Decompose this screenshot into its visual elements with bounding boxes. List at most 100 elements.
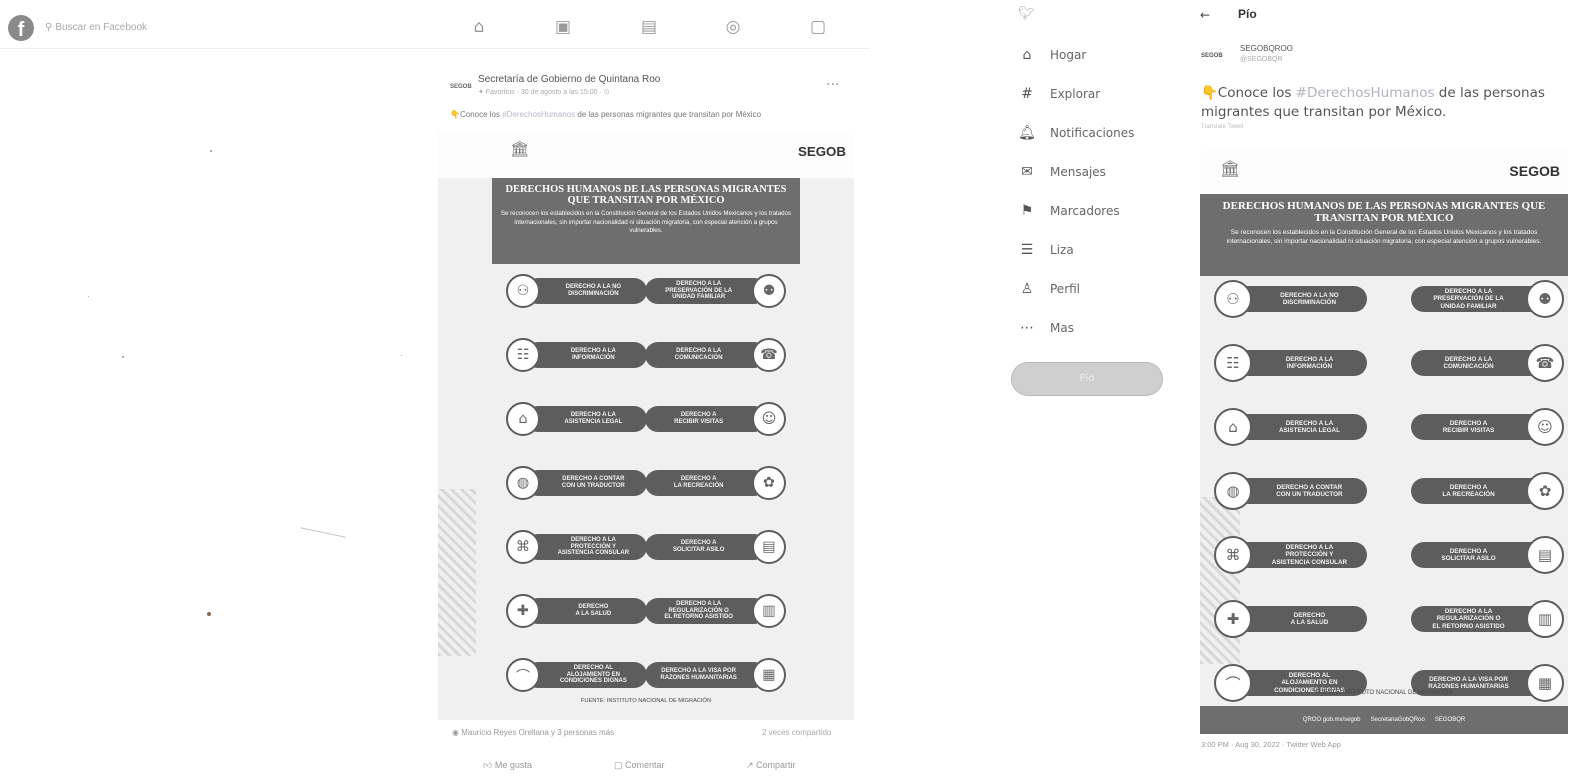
tweet-timestamp: 3:00 PM · Aug 30, 2022 · Twitter Web App	[1201, 740, 1341, 749]
home-icon: ⌂	[1022, 47, 1032, 63]
health-icon: ✚	[1214, 600, 1252, 638]
footer-link-1: QROO gob.mx/segob	[1302, 717, 1361, 723]
page-title: Pío	[1238, 7, 1257, 21]
groups-icon[interactable]: ◎	[720, 14, 746, 40]
sidebar-item-mas[interactable]: ⋯ Mas	[1018, 316, 1074, 340]
decorative-pattern	[1200, 497, 1240, 664]
phone-icon: ☎	[752, 338, 786, 372]
shelter-icon: ⌒	[1214, 664, 1252, 702]
passport-icon: ▥	[1526, 600, 1564, 638]
right-pill-right-4: DERECHO A LA RECREACIÓN	[1411, 478, 1544, 504]
post-avatar[interactable]: SEGOB	[450, 84, 472, 90]
reaction-icon: ◉	[452, 728, 462, 737]
right-pill-right-7: DERECHO A LA VISA POR RAZONES HUMANITARI…	[645, 662, 768, 688]
comment-button[interactable]: ▢ Comentar	[614, 760, 665, 771]
visa-icon: ▦	[1526, 664, 1564, 702]
sidebar-item-explorar[interactable]: # Explorar	[1018, 82, 1100, 106]
scan-speck	[210, 150, 212, 152]
notifications-icon: 🔔︎	[1018, 125, 1036, 141]
post-meta: ✦ Favoritos · 30 de agosto a las 15:00 ·…	[478, 89, 610, 96]
visit-icon: ☺	[1526, 408, 1564, 446]
right-pill-left-6: DERECHO A LA SALUD	[1234, 606, 1367, 632]
more-options-icon[interactable]: ···	[826, 77, 839, 93]
facebook-logo[interactable]: f	[8, 15, 34, 41]
sidebar-item-label: Explorar	[1050, 87, 1101, 101]
courthouse-icon: ⌂	[506, 402, 540, 436]
explore-icon: #	[1021, 86, 1033, 102]
right-pill-left-2: DERECHO A LA INFORMACIÓN	[524, 342, 647, 368]
infographic-title-band: DERECHOS HUMANOS DE LAS PERSONAS MIGRANT…	[1200, 194, 1568, 276]
more-icon: ⋯	[1020, 320, 1034, 336]
video-icon[interactable]: ▣	[550, 14, 576, 40]
search-icon: ⚲	[45, 22, 53, 33]
shelter-icon: ⌒	[506, 658, 540, 692]
post-text-suffix: de las personas migrantes que transitan …	[575, 110, 762, 119]
sidebar-item-label: Notificaciones	[1050, 126, 1135, 140]
footer-link-3: SEGOBQR	[1434, 717, 1466, 723]
sidebar-item-perfil[interactable]: ♙ Perfil	[1018, 277, 1080, 301]
scan-speck	[401, 355, 402, 356]
footer-link-2: SecretariaGobQRoo	[1370, 717, 1425, 723]
embassy-icon: ⌘	[1214, 536, 1252, 574]
account-avatar[interactable]: SEGOB	[1201, 53, 1223, 59]
infographic-title-band: DERECHOS HUMANOS DE LAS PERSONAS MIGRANT…	[492, 178, 800, 264]
back-arrow-icon[interactable]: ←	[1200, 8, 1210, 22]
sidebar-item-label: Mas	[1050, 321, 1074, 335]
post-author[interactable]: Secretaría de Gobierno de Quintana Roo	[478, 74, 660, 85]
share-button[interactable]: ↗ Compartir	[746, 760, 796, 771]
bookmarks-icon: ⚑	[1020, 203, 1034, 219]
account-name[interactable]: SEGOBQROO	[1240, 44, 1293, 53]
share-icon: ↗	[746, 760, 757, 770]
tweet-image[interactable]: 🏛︎ SEGOB DERECHOS HUMANOS DE LAS PERSONAS …	[1200, 150, 1568, 734]
translate-link[interactable]: Translate Tweet	[1201, 124, 1243, 130]
reactions-count[interactable]: ◉ Mauricio Reyes Orellana y 3 personas m…	[452, 728, 614, 737]
like-icon: 👍︎	[483, 760, 495, 770]
account-handle[interactable]: @SEGOBQR	[1240, 56, 1283, 63]
gaming-icon[interactable]: ▢	[805, 14, 831, 40]
sidebar-item-mensajes[interactable]: ✉ Mensajes	[1018, 160, 1106, 184]
sidebar-item-liza[interactable]: ☰ Liza	[1018, 238, 1074, 262]
sidebar-item-marcadores[interactable]: ⚑ Marcadores	[1018, 199, 1120, 223]
home-icon[interactable]: ⌂	[466, 14, 492, 40]
infographic-subtitle: Se reconocen los establecidos en la Cons…	[500, 210, 792, 235]
passport-icon: ▥	[752, 594, 786, 628]
twitter-logo-icon[interactable]: 🐦︎	[1018, 6, 1035, 21]
information-icon: ☷	[1214, 344, 1252, 382]
sidebar-item-notificaciones[interactable]: 🔔︎ Notificaciones	[1018, 121, 1134, 145]
asylum-icon: ▤	[752, 530, 786, 564]
people-icon: ⚇	[1214, 280, 1252, 318]
post-image[interactable]: 🏛︎ SEGOB DERECHOS HUMANOS DE LAS PERSONAS …	[438, 130, 854, 720]
hashtag-link[interactable]: #DerechosHumanos	[1296, 85, 1435, 101]
health-icon: ✚	[506, 594, 540, 628]
profile-icon: ♙	[1020, 281, 1034, 297]
right-pill-left-4: DERECHO A CONTAR CON UN TRADUCTOR	[1234, 478, 1367, 504]
shares-count[interactable]: 2 veces compartido	[762, 728, 831, 737]
marketplace-icon[interactable]: ▤	[636, 14, 662, 40]
right-pill-left-2: DERECHO A LA INFORMACIÓN	[1234, 350, 1367, 376]
right-pill-left-6: DERECHO A LA SALUD	[524, 598, 647, 624]
segob-logo: SEGOB	[1509, 163, 1560, 180]
like-button[interactable]: 👍︎ Me gusta	[483, 760, 532, 771]
decorative-pattern	[438, 489, 476, 656]
search-input[interactable]: ⚲ Buscar en Facebook	[45, 22, 147, 33]
globe-icon: ◍	[506, 466, 540, 500]
sidebar-item-hogar[interactable]: ⌂ Hogar	[1018, 43, 1087, 67]
post-button[interactable]: Pío	[1011, 362, 1163, 396]
right-pill-left-1: DERECHO A LA NO DISCRIMINACIÓN	[524, 278, 647, 304]
infographic-footer: QROO gob.mx/segob SecretariaGobQRoo SEGOBQ…	[1200, 706, 1568, 734]
post-text-prefix: 👇Conoce los	[450, 110, 503, 119]
people-icon: ⚇	[506, 274, 540, 308]
right-pill-right-6: DERECHO A LA REGULARIZACIÓN O EL RETORNO…	[1411, 606, 1544, 632]
sidebar-item-label: Marcadores	[1050, 204, 1120, 218]
right-pill-right-5: DERECHO A SOLICITAR ASILO	[645, 534, 768, 560]
asylum-icon: ▤	[1526, 536, 1564, 574]
messages-icon: ✉	[1021, 164, 1033, 180]
right-pill-right-1: DERECHO A LA PRESERVACIÓN DE LA UNIDAD F…	[1411, 286, 1544, 312]
infographic-subtitle: Se reconocen los establecidos en la Cons…	[1226, 229, 1542, 245]
courthouse-icon: ⌂	[1214, 408, 1252, 446]
government-emblem-icon: 🏛︎	[510, 139, 530, 158]
hashtag-link[interactable]: #DerechosHumanos	[502, 110, 575, 119]
phone-icon: ☎	[1526, 344, 1564, 382]
comment-icon: ▢	[614, 760, 626, 770]
scan-speck	[88, 296, 89, 297]
